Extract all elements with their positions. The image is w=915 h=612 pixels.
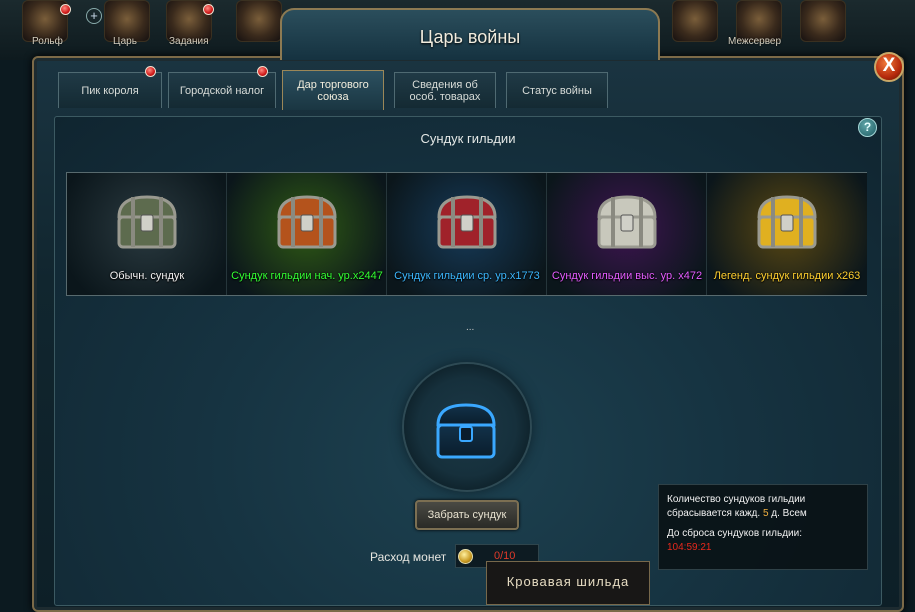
chest-card[interactable]: Легенд. сундук гильдии x263: [707, 173, 867, 295]
hud-alert-dot: [60, 4, 71, 15]
tab-label: Статус войны: [522, 84, 592, 97]
chest-card[interactable]: Сундук гильдии ср. ур.x1773: [387, 173, 547, 295]
separator-dots: ...: [466, 322, 475, 333]
hud-alert-dot: [203, 4, 214, 15]
tab-label: Городской налог: [179, 84, 265, 97]
tab-label: Пик короля: [81, 84, 139, 97]
help-button[interactable]: ?: [858, 118, 877, 137]
chest-label: Сундук гильдии нач. ур.x2447: [231, 270, 383, 282]
green-chest-icon: [277, 195, 337, 249]
chest-card[interactable]: Обычн. сундук: [67, 173, 227, 295]
purple-chest-icon: [597, 195, 657, 249]
blue-chest-icon: [437, 195, 497, 249]
window-title: Царь войны: [419, 27, 521, 47]
add-icon[interactable]: +: [86, 8, 102, 24]
reset-info-box: Количество сундуков гильдии сбрасывается…: [658, 484, 868, 570]
info-text: д. Всем: [771, 508, 807, 519]
selected-chest-icon: [436, 403, 496, 459]
info-line: Количество сундуков гильдии: [667, 494, 806, 505]
tab-king-peak[interactable]: Пик короля: [58, 72, 162, 108]
tab-special-goods[interactable]: Сведения об особ. товарах: [394, 72, 496, 108]
tab-city-tax[interactable]: Городской налог: [168, 72, 276, 108]
hud-label: Царь: [113, 36, 137, 47]
chest-card[interactable]: Сундук гильдии нач. ур.x2447: [227, 173, 387, 295]
reset-days: 5: [762, 508, 769, 519]
info-line: сбрасывается кажд. 5 д. Всем: [667, 507, 859, 521]
chest-label: Сундук гильдии ср. ур.x1773: [394, 270, 540, 282]
tab-label: Дар торгового союза: [297, 78, 369, 103]
tab-alert-dot: [145, 66, 156, 77]
reset-timer: 104:59:21: [667, 542, 712, 553]
info-text: сбрасывается кажд.: [667, 508, 761, 519]
tab-label: Сведения об особ. товарах: [409, 78, 481, 103]
tab-war-status[interactable]: Статус войны: [506, 72, 608, 108]
chest-label: Легенд. сундук гильдии x263: [713, 270, 861, 282]
trade-icon[interactable]: [672, 0, 718, 42]
chest-strip: Обычн. сундук Сундук гильдии нач. ур.x244…: [66, 172, 867, 296]
tab-alert-dot: [257, 66, 268, 77]
cost-label: Расход монет: [370, 550, 447, 564]
tab-trade-gift[interactable]: Дар торгового союза: [282, 70, 384, 110]
hud-label: Рольф: [32, 36, 63, 47]
chest-label: Сундук гильдии выс. ур. x472: [551, 270, 703, 282]
take-chest-button[interactable]: Забрать сундук: [415, 500, 519, 530]
hud-label: Задания: [169, 36, 209, 47]
info-line: До сброса сундуков гильдии:: [667, 528, 802, 539]
hud-icon[interactable]: [236, 0, 282, 42]
emerald-icon[interactable]: [800, 0, 846, 42]
panel-title: Сундук гильдии: [420, 131, 516, 146]
hud-label: Межсервер: [728, 36, 782, 47]
chest-label: Обычн. сундук: [109, 270, 185, 282]
item-tooltip: Кровавая шильда: [486, 561, 650, 605]
chest-card[interactable]: Сундук гильдии выс. ур. x472: [547, 173, 707, 295]
coin-icon: [458, 549, 473, 564]
close-button[interactable]: X: [874, 52, 904, 82]
window-title-plate: Царь войны: [280, 8, 660, 60]
legendary-chest-icon: [757, 195, 817, 249]
plain-chest-icon: [117, 195, 177, 249]
